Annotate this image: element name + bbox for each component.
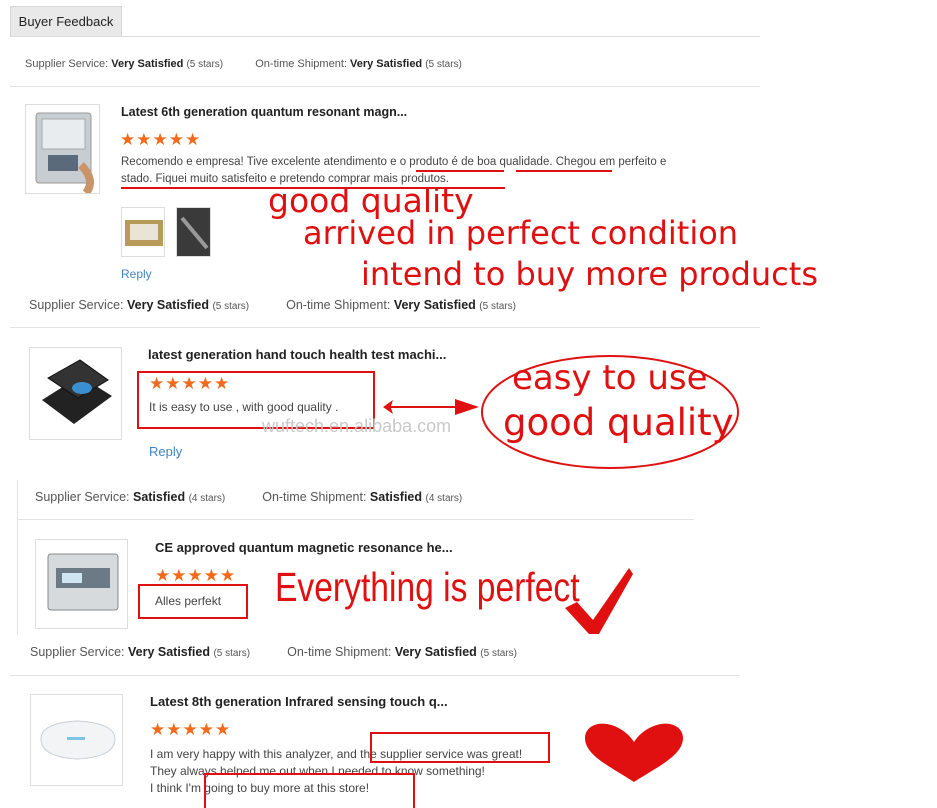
supplier-service-label: Supplier Service: [30,645,125,659]
review-photo[interactable] [121,207,165,257]
star-rating: ★★★★★ [155,566,237,585]
highlight-box [204,773,415,808]
annotation-text: intend to buy more products [361,255,818,293]
supplier-service-label: Supplier Service: [35,490,130,504]
review-photo[interactable] [176,207,211,257]
supplier-service-value: Satisfied [132,490,186,504]
annotation-text: arrived in perfect condition [303,214,739,252]
product-thumbnail[interactable] [25,104,100,194]
shipment-label: On-time Shipment: [286,298,391,312]
shipment-label: On-time Shipment: [287,645,392,659]
star-rating: ★★★★★ [150,720,232,739]
highlight-box [370,732,550,763]
watermark: wuftech.en.alibaba.com [262,416,452,436]
product-thumbnail[interactable] [29,347,122,440]
product-title-link[interactable]: latest generation hand touch health test… [148,347,446,362]
photo-icon [125,220,163,246]
product-thumbnail[interactable] [30,694,123,786]
product-thumbnail[interactable] [35,539,128,629]
divider [10,86,760,87]
photo-icon [177,208,210,256]
annotation-text: good quality [503,401,734,444]
supplier-service-value: Very Satisfied [127,645,210,659]
star-rating: ★★★★★ [120,130,202,149]
shipment-value: Very Satisfied [393,298,476,312]
product-image-icon [42,359,112,424]
product-title-link[interactable]: Latest 6th generation quantum resonant m… [121,105,407,119]
product-image-icon [35,112,94,193]
reply-link[interactable]: Reply [149,444,182,459]
reply-link[interactable]: Reply [121,267,152,281]
rating-summary: Supplier Service: Very Satisfied (5 star… [30,645,517,659]
highlight-underline [416,170,504,172]
rating-summary: Supplier Service: Very Satisfied (5 star… [25,58,462,70]
review-text-line: Recomendo e empresa! Tive excelente aten… [121,156,667,168]
shipment-count: (4 stars) [425,493,463,504]
review-text-line: Alles perfekt [155,594,222,608]
product-image-icon [47,553,119,611]
divider [10,327,760,328]
tab-underline [10,36,760,37]
shipment-label: On-time Shipment: [255,58,347,70]
annotation-text: easy to use [512,358,708,398]
review-text-line: It is easy to use , with good quality . [149,400,339,414]
supplier-service-value: Very Satisfied [111,58,184,70]
product-title-link[interactable]: Latest 8th generation Infrared sensing t… [150,694,448,709]
rating-summary: Supplier Service: Very Satisfied (5 star… [29,298,516,312]
tab-buyer-feedback[interactable]: Buyer Feedback [10,6,122,36]
shipment-value: Very Satisfied [394,645,477,659]
product-title-link[interactable]: CE approved quantum magnetic resonance h… [155,540,453,555]
shipment-count: (5 stars) [480,648,517,659]
highlight-underline [516,170,612,172]
product-image-icon [40,720,116,760]
supplier-service-label: Supplier Service: [29,298,124,312]
arrow-icon [383,399,479,415]
supplier-service-label: Supplier Service: [25,58,109,70]
supplier-service-count: (5 stars) [213,648,251,659]
supplier-service-value: Very Satisfied [126,298,209,312]
shipment-count: (5 stars) [425,59,462,70]
checkmark-icon [565,568,633,634]
divider [10,675,740,676]
annotation-text: good quality [268,181,474,220]
divider [17,519,694,520]
shipment-label: On-time Shipment: [262,490,367,504]
shipment-value: Satisfied [369,490,423,504]
shipment-value: Very Satisfied [350,58,423,70]
star-rating: ★★★★★ [149,374,231,393]
shipment-count: (5 stars) [479,301,516,312]
divider [17,480,18,634]
annotation-text: Everything is perfect [275,564,580,610]
heart-icon [585,723,683,782]
supplier-service-count: (5 stars) [186,59,224,70]
supplier-service-count: (5 stars) [212,301,250,312]
rating-summary: Supplier Service: Satisfied (4 stars) On… [35,490,462,504]
supplier-service-count: (4 stars) [188,493,226,504]
